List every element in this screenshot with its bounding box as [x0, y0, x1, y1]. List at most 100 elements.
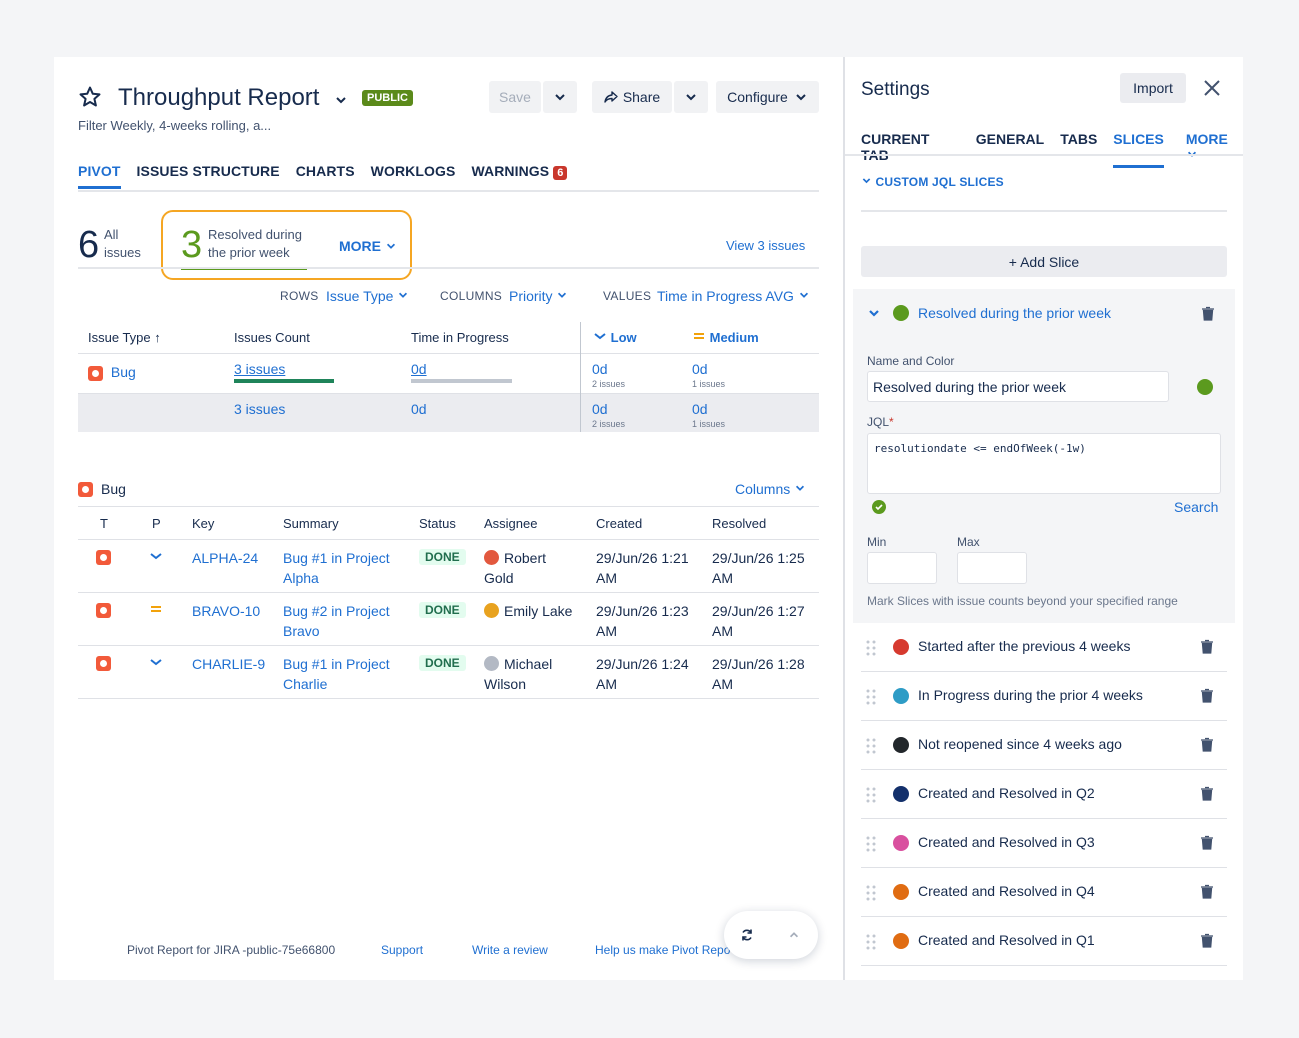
help-link[interactable]: Help us make Pivot Repor — [595, 943, 731, 957]
columns-select[interactable]: Priority — [509, 288, 568, 304]
chevron-down-icon[interactable] — [334, 93, 348, 107]
all-issues-count[interactable]: 6 — [78, 224, 99, 267]
write-review-link[interactable]: Write a review — [472, 943, 548, 957]
resolved-column-header: Resolved — [712, 516, 767, 531]
drag-handle-icon[interactable] — [866, 640, 876, 656]
section-divider — [861, 210, 1227, 212]
save-dropdown-button[interactable] — [543, 81, 577, 113]
slice-row[interactable]: Created and Resolved in Q4 — [861, 868, 1227, 917]
table-row[interactable]: CHARLIE-9 Bug #1 in Project Charlie DONE … — [78, 646, 819, 699]
bug-icon — [78, 481, 93, 497]
slice-row[interactable]: Created and Resolved in Q2 — [861, 770, 1227, 819]
low-priority-icon — [149, 546, 163, 566]
tab-pivot[interactable]: PIVOT — [78, 163, 121, 189]
slice-row[interactable]: Started after the previous 4 weeks — [861, 623, 1227, 672]
tab-issues-structure[interactable]: ISSUES STRUCTURE — [137, 163, 280, 189]
drag-handle-icon[interactable] — [866, 836, 876, 852]
close-icon[interactable] — [1201, 77, 1223, 99]
trash-icon[interactable] — [1200, 688, 1214, 706]
issue-key-link[interactable]: CHARLIE-9 — [192, 654, 265, 674]
total-low-time-link[interactable]: 0d — [592, 401, 608, 417]
slice-row[interactable]: Created and Resolved in Q3 — [861, 819, 1227, 868]
total-time-link[interactable]: 0d — [411, 401, 427, 417]
tab-tabs[interactable]: TABS — [1060, 131, 1097, 168]
low-time-link[interactable]: 0d — [592, 361, 608, 377]
trash-icon[interactable] — [1200, 835, 1214, 853]
tab-warnings[interactable]: WARNINGS 6 — [471, 163, 568, 189]
created-ampm: AM — [596, 570, 617, 586]
tab-more[interactable]: MORE — [1186, 131, 1243, 168]
star-icon[interactable] — [78, 85, 102, 109]
bug-type-cell[interactable]: Bug — [88, 364, 136, 381]
total-medium-time-link[interactable]: 0d — [692, 401, 708, 417]
search-link[interactable]: Search — [1174, 499, 1218, 515]
trash-icon[interactable] — [1200, 884, 1214, 902]
columns-button[interactable]: Columns — [735, 481, 806, 497]
bug-count-link[interactable]: 3 issues — [234, 361, 285, 377]
table-row[interactable]: ALPHA-24 Bug #1 in Project Alpha DONE Rob… — [78, 540, 819, 593]
tab-general[interactable]: GENERAL — [976, 131, 1044, 168]
tabs-divider — [78, 190, 819, 192]
tab-worklogs[interactable]: WORKLOGS — [371, 163, 456, 189]
share-button[interactable]: Share — [592, 81, 672, 113]
max-input[interactable] — [957, 552, 1027, 584]
medium-priority-icon — [694, 333, 704, 339]
issue-summary-link[interactable]: Bug #1 in Project Alpha — [283, 548, 390, 588]
drag-handle-icon[interactable] — [866, 689, 876, 705]
settings-title: Settings — [861, 79, 930, 100]
save-button[interactable]: Save — [489, 81, 541, 113]
tab-slices[interactable]: SLICES — [1113, 131, 1164, 168]
slice-row[interactable]: Created and Resolved in Q1 — [861, 917, 1227, 966]
min-input[interactable] — [867, 552, 937, 584]
expanded-slice-title[interactable]: Resolved during the prior week — [918, 305, 1111, 321]
chevron-up-icon[interactable] — [788, 929, 800, 941]
drag-handle-icon[interactable] — [866, 885, 876, 901]
chevron-down-icon[interactable] — [867, 306, 881, 320]
page-title: Throughput Report — [118, 84, 320, 111]
medium-priority-icon — [149, 599, 163, 619]
drag-handle-icon[interactable] — [866, 934, 876, 950]
trash-icon[interactable] — [1200, 737, 1214, 755]
jql-label: JQL* — [867, 415, 894, 429]
drag-handle-icon[interactable] — [866, 738, 876, 754]
trash-icon[interactable] — [1200, 786, 1214, 804]
rows-select[interactable]: Issue Type — [326, 288, 409, 304]
issue-summary-link[interactable]: Bug #2 in Project Bravo — [283, 601, 390, 641]
rows-label: ROWS — [280, 289, 319, 303]
slice-name-input[interactable] — [867, 371, 1169, 402]
tab-current-tab[interactable]: CURRENT TAB — [861, 131, 960, 168]
issues-group-header: Bug — [78, 481, 126, 497]
values-value: Time in Progress AVG — [657, 288, 794, 304]
trash-icon[interactable] — [1200, 933, 1214, 951]
slice-color-picker[interactable] — [1197, 379, 1213, 395]
columns-value: Priority — [509, 288, 553, 304]
table-row[interactable]: BRAVO-10 Bug #2 in Project Bravo DONE Emi… — [78, 593, 819, 646]
share-dropdown-button[interactable] — [674, 81, 708, 113]
jql-textarea[interactable]: resolutiondate <= endOfWeek(-1w) — [867, 433, 1221, 494]
view-issues-link[interactable]: View 3 issues — [726, 238, 805, 253]
issue-summary-link[interactable]: Bug #1 in Project Charlie — [283, 654, 390, 694]
slice-label: Not reopened since 4 weeks ago — [918, 736, 1122, 752]
issue-key-link[interactable]: ALPHA-24 — [192, 548, 258, 568]
medium-time-link[interactable]: 0d — [692, 361, 708, 377]
refresh-icon[interactable] — [740, 928, 754, 942]
created-datetime: 29/Jun/26 1:21 — [596, 550, 689, 566]
trash-icon[interactable] — [1200, 639, 1214, 657]
more-slices-button[interactable]: MORE — [339, 238, 397, 254]
tab-charts[interactable]: CHARTS — [296, 163, 355, 189]
import-button[interactable]: Import — [1120, 73, 1186, 103]
min-label: Min — [867, 535, 887, 549]
total-count-link[interactable]: 3 issues — [234, 401, 285, 417]
slice-row[interactable]: In Progress during the prior 4 weeks — [861, 672, 1227, 721]
support-link[interactable]: Support — [381, 943, 423, 957]
custom-jql-slices-toggle[interactable]: CUSTOM JQL SLICES — [861, 175, 1004, 189]
slice-row[interactable]: Not reopened since 4 weeks ago — [861, 721, 1227, 770]
bug-time-link[interactable]: 0d — [411, 361, 427, 377]
drag-handle-icon[interactable] — [866, 787, 876, 803]
add-slice-button[interactable]: + Add Slice — [861, 246, 1227, 277]
issue-key-link[interactable]: BRAVO-10 — [192, 601, 260, 621]
trash-icon[interactable] — [1201, 306, 1215, 321]
configure-button[interactable]: Configure — [716, 81, 819, 113]
issue-type-header[interactable]: Issue Type ↑ — [88, 330, 161, 345]
values-select[interactable]: Time in Progress AVG — [657, 288, 810, 304]
